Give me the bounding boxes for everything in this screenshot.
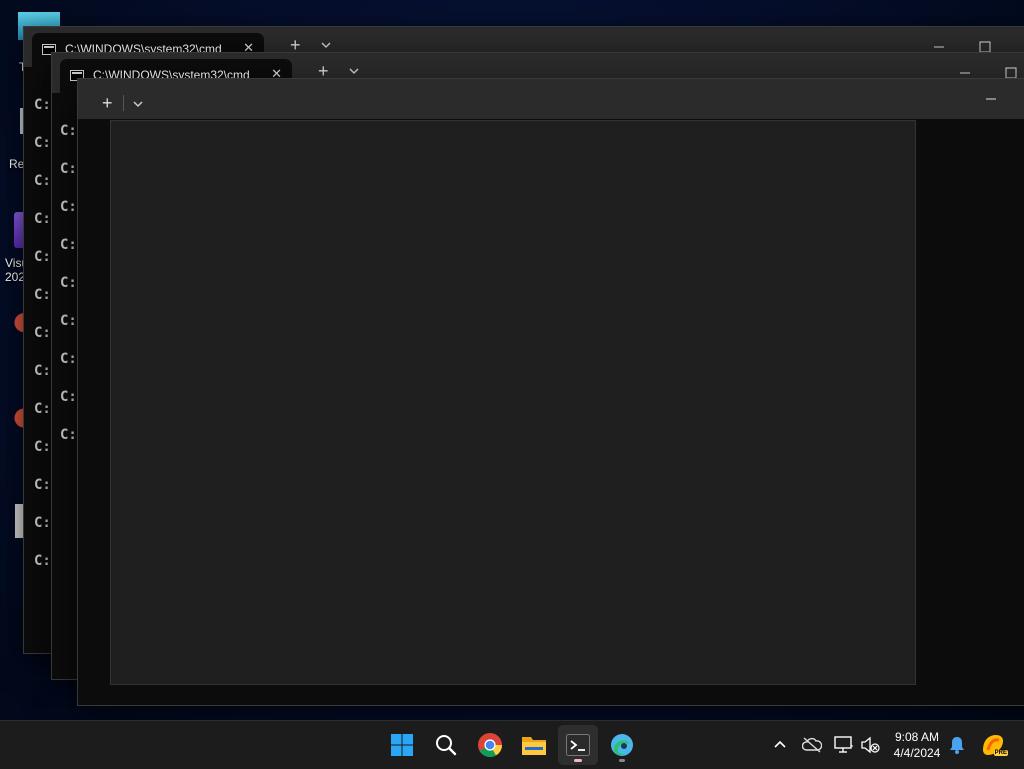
bell-icon (950, 737, 964, 754)
terminal-app[interactable] (558, 725, 598, 765)
edge-beta-icon (611, 734, 633, 756)
prompt-line: C: (34, 477, 51, 493)
terminal-window-front[interactable]: + (77, 78, 1024, 706)
taskbar: 9:08 AM 4/4/2024 PRE (0, 720, 1024, 769)
prompt-line: C: (34, 515, 51, 531)
chevron-up-icon (774, 740, 786, 748)
prompt-line: C: (34, 363, 51, 379)
prompt-line: C: (34, 97, 51, 113)
running-indicator (619, 759, 625, 762)
chevron-down-icon[interactable] (131, 97, 145, 111)
file-explorer-app[interactable] (514, 725, 554, 765)
file-explorer-icon (522, 737, 546, 755)
chevron-down-icon[interactable] (319, 38, 333, 52)
chrome-app[interactable] (470, 725, 510, 765)
search-button[interactable] (426, 725, 466, 765)
notifications-button[interactable] (945, 733, 969, 757)
title-bar[interactable]: + (78, 79, 1024, 119)
terminal-output[interactable]: C: C: C: C: C: C: C: C: C: C: C: C: C: (34, 95, 51, 589)
prompt-line: C: (34, 135, 51, 151)
volume-tray[interactable] (858, 733, 882, 757)
prompt-line: C: (34, 325, 51, 341)
network-tray[interactable] (832, 733, 856, 757)
desktop: T Re Visu 202 C:\WINDOWS\system32\cmd ✕ … (0, 0, 1024, 720)
onedrive-tray[interactable] (800, 733, 824, 757)
prompt-line: C: (34, 249, 51, 265)
edge-beta-app[interactable] (602, 725, 642, 765)
prompt-line: C: (34, 173, 51, 189)
prompt-line: C: (34, 401, 51, 417)
preview-badge: PRE (993, 750, 1008, 756)
start-icon (391, 734, 413, 756)
prompt-line: C: (34, 553, 51, 569)
start-button[interactable] (382, 725, 422, 765)
terminal-icon (566, 734, 590, 756)
new-tab-button[interactable]: + (102, 93, 113, 114)
clock-date: 4/4/2024 (893, 746, 941, 760)
volume-muted-icon (861, 736, 880, 754)
show-hidden-icons-button[interactable] (768, 733, 792, 757)
chevron-down-icon[interactable] (347, 64, 361, 78)
clock-time: 9:08 AM (894, 730, 940, 744)
search-icon (436, 735, 457, 756)
prompt-line: C: (34, 287, 51, 303)
network-icon (834, 736, 853, 753)
minimize-button[interactable] (968, 79, 1014, 119)
clock[interactable]: 9:08 AM 4/4/2024 (888, 729, 946, 761)
tab-separator (123, 95, 124, 111)
active-indicator (574, 759, 582, 762)
chrome-icon (478, 733, 502, 758)
cloud-offline-icon (802, 737, 822, 753)
prompt-line: C: (34, 211, 51, 227)
copilot-button[interactable]: PRE (978, 733, 1008, 757)
terminal-pane-blank[interactable] (110, 120, 916, 685)
prompt-line: C: (34, 439, 51, 455)
